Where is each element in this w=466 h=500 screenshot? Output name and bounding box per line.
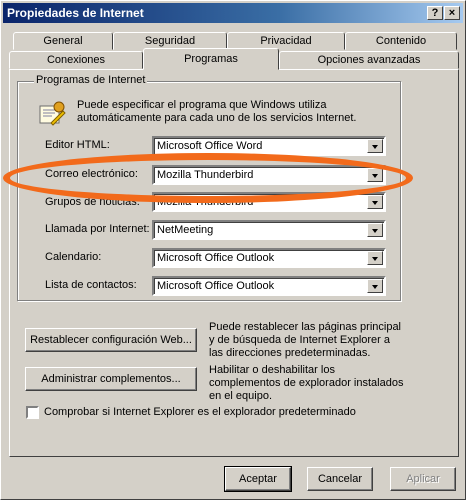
internet-call-value: NetMeeting — [157, 224, 214, 236]
window-title: Propiedades de Internet — [7, 6, 144, 20]
calendar-label: Calendario: — [45, 251, 102, 263]
tab-contenido[interactable]: Contenido — [345, 32, 457, 50]
help-button[interactable]: ? — [427, 6, 443, 20]
close-button[interactable]: × — [444, 6, 460, 20]
internet-call-select[interactable]: NetMeeting — [152, 220, 386, 240]
editor-html-value: Microsoft Office Word — [157, 140, 263, 152]
editor-html-select[interactable]: Microsoft Office Word — [152, 136, 386, 156]
chevron-down-icon[interactable] — [367, 223, 383, 237]
email-label: Correo electrónico: — [45, 168, 138, 180]
programs-info-text: Puede especificar el programa que Window… — [77, 99, 357, 124]
chevron-down-icon[interactable] — [367, 139, 383, 153]
manage-addons-desc: Habilitar o deshabilitar los complemento… — [209, 364, 404, 402]
contacts-select[interactable]: Microsoft Office Outlook — [152, 276, 386, 296]
calendar-value: Microsoft Office Outlook — [157, 252, 275, 264]
chevron-down-icon[interactable] — [367, 168, 383, 182]
tab-opciones-avanzadas[interactable]: Opciones avanzadas — [279, 51, 459, 69]
calendar-select[interactable]: Microsoft Office Outlook — [152, 248, 386, 268]
editor-html-label: Editor HTML: — [45, 139, 110, 151]
apply-button[interactable]: Aplicar — [390, 467, 456, 491]
chevron-down-icon[interactable] — [367, 251, 383, 265]
chevron-down-icon[interactable] — [367, 279, 383, 293]
email-select[interactable]: Mozilla Thunderbird — [152, 165, 386, 185]
manage-addons-button[interactable]: Administrar complementos... — [25, 367, 197, 391]
newsgroups-label: Grupos de noticias: — [45, 196, 140, 208]
default-browser-checkbox[interactable] — [26, 406, 39, 419]
cancel-button[interactable]: Cancelar — [307, 467, 373, 491]
tab-programas[interactable]: Programas — [143, 48, 279, 70]
contacts-value: Microsoft Office Outlook — [157, 280, 275, 292]
newsgroups-value: Mozilla Thunderbird — [157, 196, 254, 208]
email-value: Mozilla Thunderbird — [157, 169, 254, 181]
group-label: Programas de Internet — [34, 74, 148, 86]
contacts-label: Lista de contactos: — [45, 279, 137, 291]
internet-properties-dialog: Propiedades de Internet ? × General Segu… — [0, 0, 466, 500]
title-bar: Propiedades de Internet ? × — [3, 3, 463, 23]
newsgroups-select[interactable]: Mozilla Thunderbird — [152, 192, 386, 212]
internet-call-label: Llamada por Internet: — [45, 223, 150, 235]
chevron-down-icon[interactable] — [367, 195, 383, 209]
reset-web-settings-desc: Puede restablecer las páginas principal … — [209, 321, 402, 359]
tab-general[interactable]: General — [13, 32, 113, 50]
default-browser-label: Comprobar si Internet Explorer es el exp… — [44, 406, 356, 418]
programs-icon — [39, 101, 66, 126]
ok-button[interactable]: Aceptar — [224, 466, 292, 492]
tab-conexiones[interactable]: Conexiones — [9, 51, 143, 69]
reset-web-settings-button[interactable]: Restablecer configuración Web... — [25, 328, 197, 352]
